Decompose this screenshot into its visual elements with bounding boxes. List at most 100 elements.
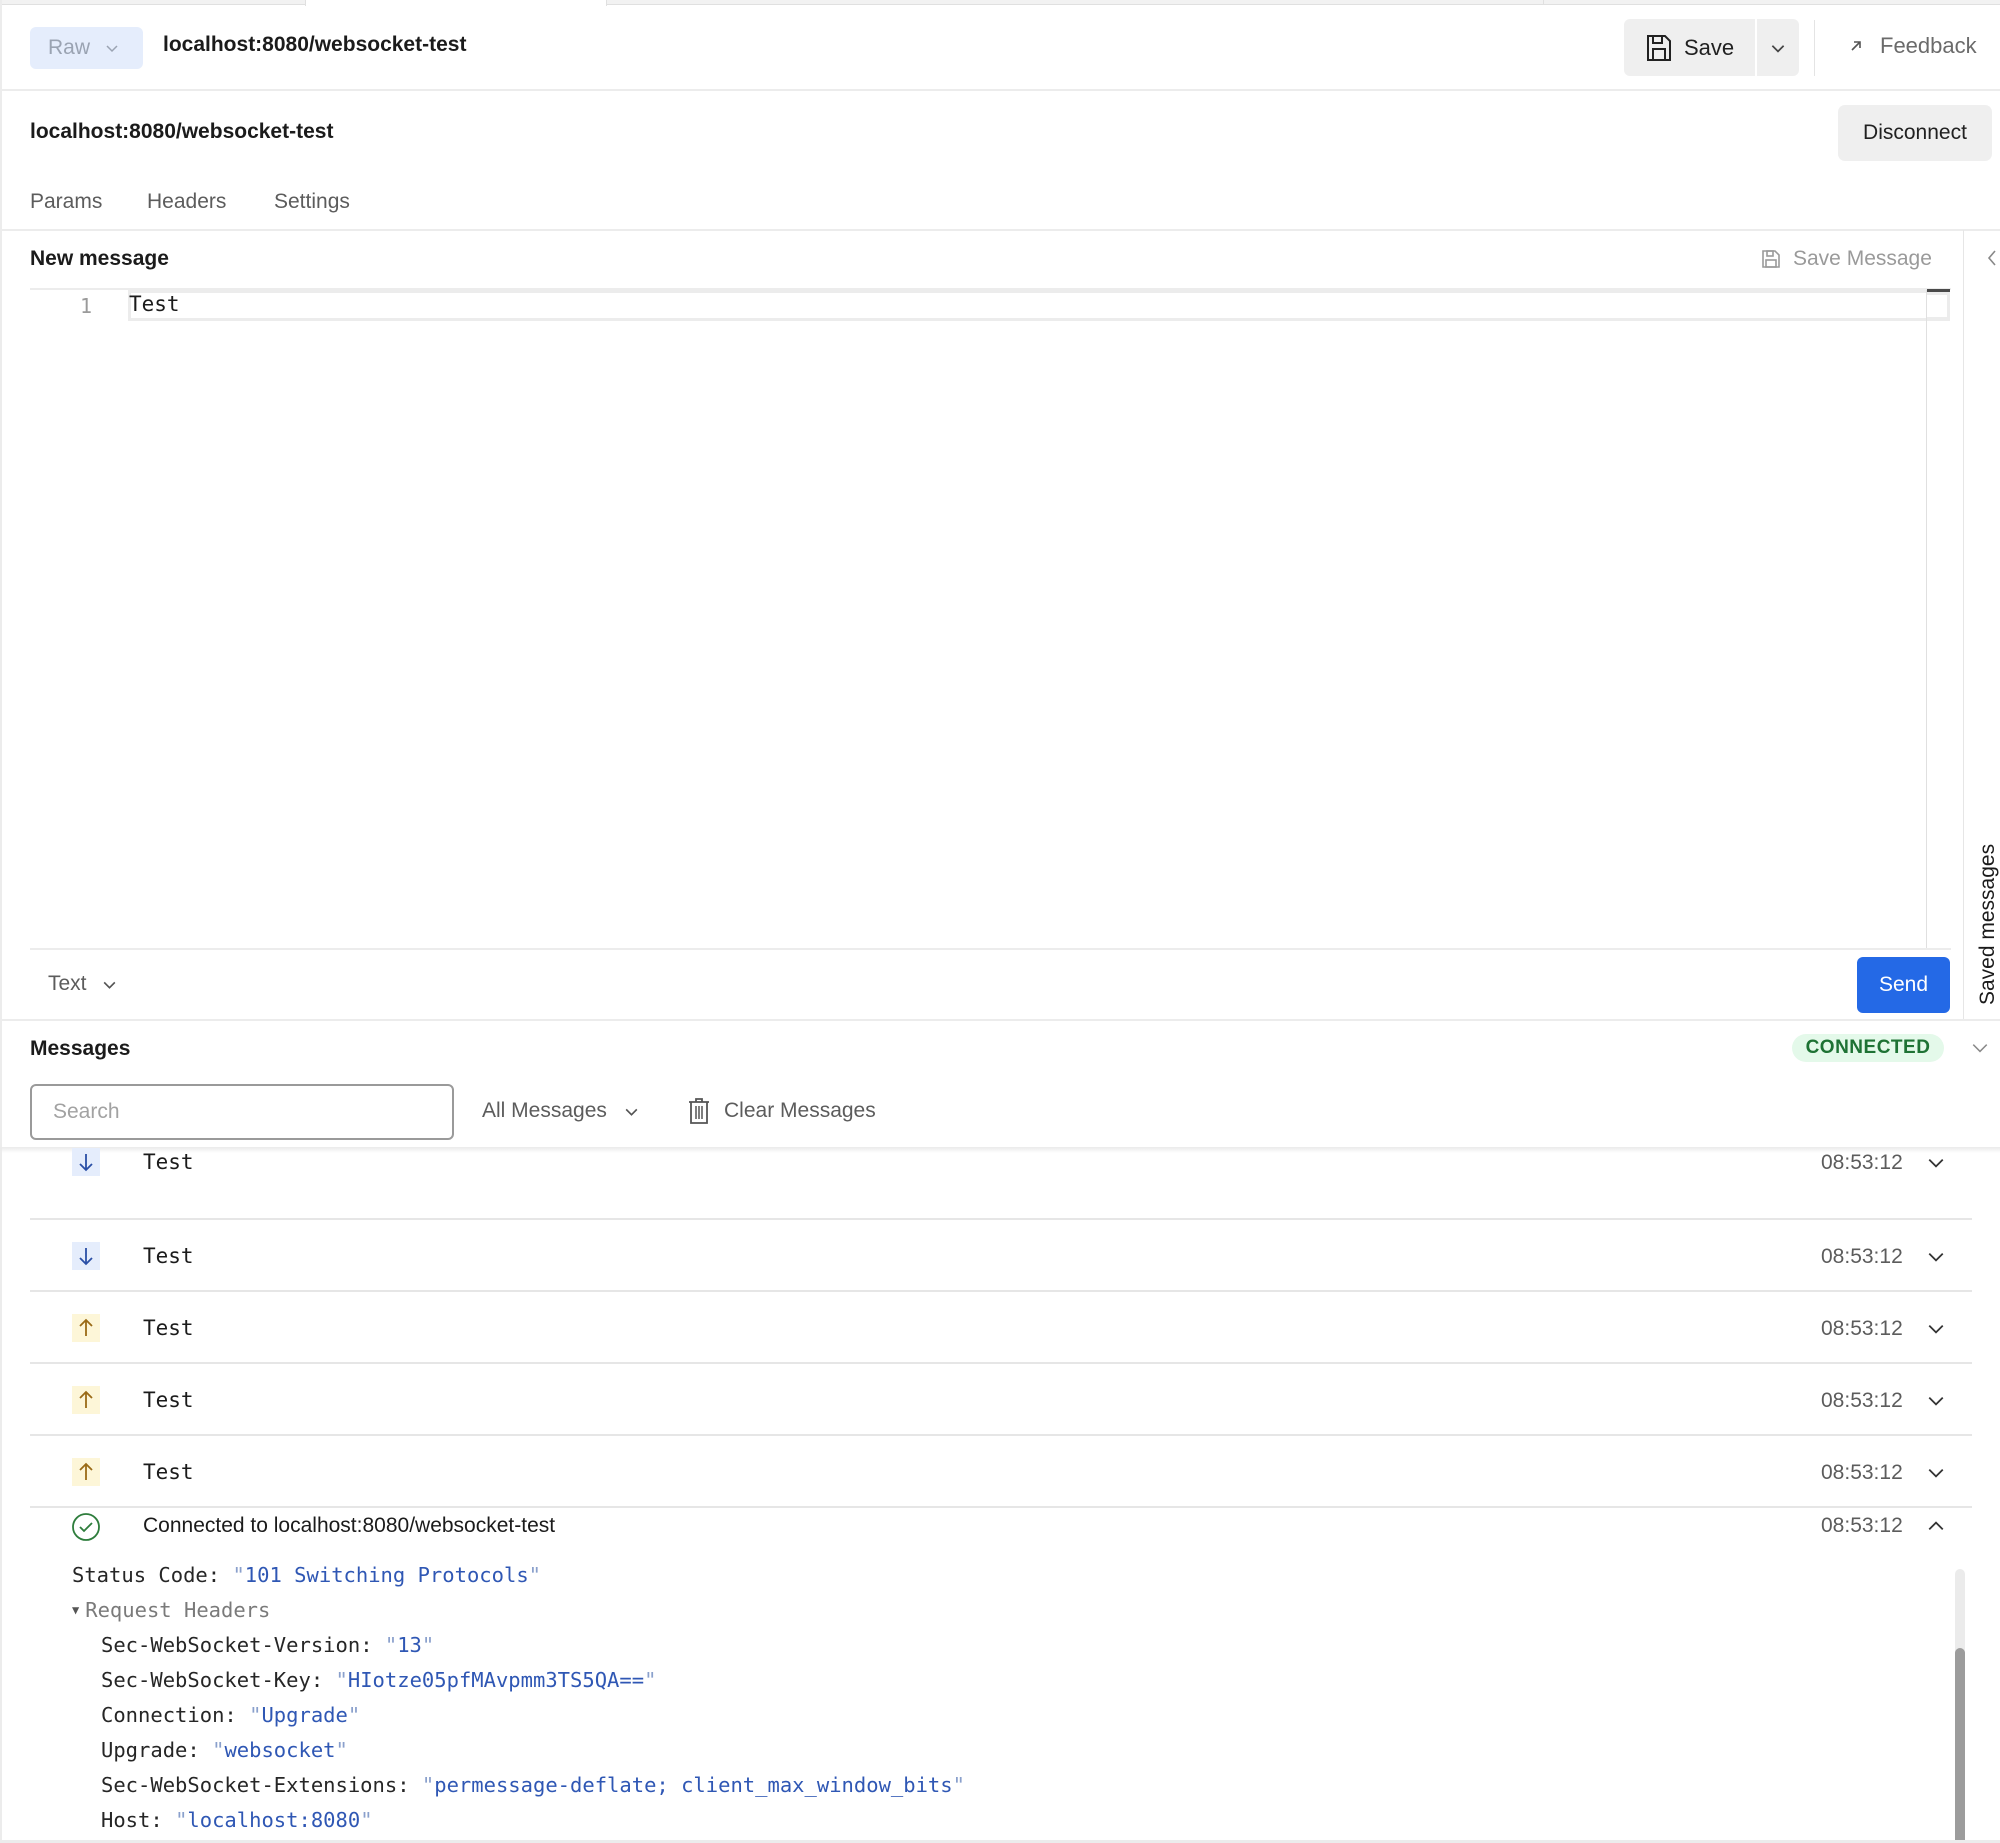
save-message-button[interactable]: Save Message bbox=[1761, 247, 1932, 271]
arrow-up-icon bbox=[72, 1386, 100, 1414]
floppy-disk-icon bbox=[1647, 34, 1671, 61]
chevron-up-icon[interactable] bbox=[1927, 1517, 1945, 1535]
saved-messages-toggle[interactable]: Saved messages bbox=[1976, 835, 2000, 1005]
trash-icon bbox=[689, 1098, 709, 1124]
connected-event-row[interactable]: Connected to localhost:8080/websocket-te… bbox=[30, 1490, 1972, 1562]
feedback-label: Feedback bbox=[1880, 33, 1977, 58]
chevron-down-icon bbox=[625, 1108, 638, 1116]
message-row[interactable]: Test 08:53:12 bbox=[30, 1220, 1972, 1292]
tab-params[interactable]: Params bbox=[30, 190, 102, 214]
message-text: Test bbox=[143, 1316, 194, 1340]
composer-divider bbox=[0, 1019, 2000, 1021]
status-code-key: Status Code bbox=[72, 1563, 208, 1587]
header-line: Sec-WebSocket-Extensions: "permessage-de… bbox=[101, 1773, 965, 1797]
message-text: Test bbox=[143, 1460, 194, 1484]
connection-status-badge: CONNECTED bbox=[1792, 1034, 1944, 1062]
floppy-disk-icon bbox=[1762, 250, 1780, 268]
header-key: Sec-WebSocket-Key bbox=[101, 1668, 311, 1692]
clear-messages-button[interactable]: Clear Messages bbox=[688, 1097, 876, 1125]
request-tab-strip bbox=[0, 0, 2000, 6]
save-label: Save bbox=[1684, 34, 1735, 60]
saved-messages-label: Saved messages bbox=[1976, 843, 1999, 1005]
chevron-down-icon[interactable] bbox=[1927, 1154, 1945, 1172]
tabs-divider bbox=[0, 229, 2000, 231]
editor-minimap-line bbox=[1927, 292, 1950, 320]
request-headers-label: Request Headers bbox=[85, 1598, 271, 1622]
chevron-down-icon bbox=[106, 45, 118, 53]
header-line: Host: "localhost:8080" bbox=[101, 1808, 373, 1832]
status-code-line: Status Code: "101 Switching Protocols" bbox=[72, 1563, 542, 1587]
arrow-up-right-icon bbox=[1851, 41, 1861, 51]
header-key: Connection bbox=[101, 1703, 225, 1727]
save-options-button[interactable] bbox=[1757, 19, 1799, 76]
arrow-down-icon bbox=[72, 1148, 100, 1176]
header-value: websocket bbox=[224, 1738, 336, 1762]
save-button[interactable]: Save bbox=[1624, 19, 1755, 76]
editor-content[interactable]: Test bbox=[129, 292, 180, 316]
connection-url[interactable]: localhost:8080/websocket-test bbox=[30, 120, 333, 144]
send-button[interactable]: Send bbox=[1857, 957, 1950, 1013]
header-line: Sec-WebSocket-Key: "HIotze05pfMAvpmm3TS5… bbox=[101, 1668, 657, 1692]
header-line: Upgrade: "websocket" bbox=[101, 1738, 348, 1762]
message-text: Test bbox=[143, 1150, 194, 1174]
editor-scrollbar[interactable] bbox=[1926, 290, 1927, 948]
message-time: 08:53:12 bbox=[1821, 1151, 1903, 1174]
connected-event-text: Connected to localhost:8080/websocket-te… bbox=[143, 1514, 556, 1537]
message-time: 08:53:12 bbox=[1821, 1389, 1903, 1412]
connected-event-time: 08:53:12 bbox=[1821, 1514, 1903, 1537]
header-key: Sec-WebSocket-Extensions bbox=[101, 1773, 398, 1797]
chevron-left-icon[interactable] bbox=[1985, 248, 1999, 268]
save-message-label: Save Message bbox=[1793, 247, 1932, 270]
chevron-down-icon[interactable] bbox=[1927, 1248, 1945, 1266]
messages-scrollbar-thumb[interactable] bbox=[1955, 1648, 1965, 1843]
message-format-select[interactable]: Text bbox=[48, 972, 118, 996]
active-line-highlight bbox=[128, 290, 1950, 321]
saved-messages-splitter[interactable] bbox=[1963, 230, 1964, 1020]
header-value: permessage-deflate; client_max_window_bi… bbox=[434, 1773, 953, 1797]
check-circle-icon bbox=[72, 1513, 100, 1541]
feedback-link[interactable]: Feedback bbox=[1848, 33, 1977, 59]
header-value: Upgrade bbox=[261, 1703, 348, 1727]
header-line: Connection: "Upgrade" bbox=[101, 1703, 361, 1727]
arrow-up-icon bbox=[72, 1458, 100, 1486]
tab-headers[interactable]: Headers bbox=[147, 190, 226, 214]
header-value: HIotze05pfMAvpmm3TS5QA== bbox=[347, 1668, 645, 1692]
chevron-down-icon bbox=[103, 981, 115, 989]
chevron-down-icon[interactable] bbox=[1971, 1039, 1989, 1057]
tab-settings[interactable]: Settings bbox=[274, 190, 350, 214]
message-search-input[interactable] bbox=[30, 1084, 454, 1140]
header-key: Host bbox=[101, 1808, 151, 1832]
chevron-down-icon bbox=[1771, 44, 1785, 53]
message-row[interactable]: Test 08:53:12 bbox=[30, 1148, 1972, 1220]
header-key: Upgrade bbox=[101, 1738, 188, 1762]
message-row[interactable]: Test 08:53:12 bbox=[30, 1364, 1972, 1436]
new-message-title: New message bbox=[30, 247, 169, 270]
mode-label: Raw bbox=[48, 36, 91, 59]
status-code-value: 101 Switching Protocols bbox=[244, 1563, 529, 1587]
left-border bbox=[0, 0, 2, 1843]
request-headers-toggle[interactable]: ▼ Request Headers bbox=[72, 1598, 270, 1622]
message-text: Test bbox=[143, 1244, 194, 1268]
message-editor[interactable] bbox=[30, 288, 1951, 949]
message-time: 08:53:12 bbox=[1821, 1317, 1903, 1340]
arrow-up-icon bbox=[72, 1314, 100, 1342]
chevron-down-icon[interactable] bbox=[1927, 1464, 1945, 1482]
header-value: localhost:8080 bbox=[187, 1808, 361, 1832]
message-row[interactable]: Test 08:53:12 bbox=[30, 1292, 1972, 1364]
chevron-down-icon[interactable] bbox=[1927, 1392, 1945, 1410]
message-text: Test bbox=[143, 1388, 194, 1412]
message-filter-select[interactable]: All Messages bbox=[482, 1099, 640, 1123]
message-time: 08:53:12 bbox=[1821, 1461, 1903, 1484]
tab-separator bbox=[1543, 0, 1544, 5]
editor-divider bbox=[30, 948, 1951, 950]
mode-select[interactable]: Raw bbox=[30, 27, 143, 69]
disconnect-button[interactable]: Disconnect bbox=[1838, 105, 1992, 161]
header-value: 13 bbox=[397, 1633, 422, 1657]
active-request-tab[interactable] bbox=[305, 0, 607, 6]
header-key: Sec-WebSocket-Version bbox=[101, 1633, 361, 1657]
request-title[interactable]: localhost:8080/websocket-test bbox=[163, 33, 466, 57]
format-label: Text bbox=[48, 972, 87, 995]
chevron-down-icon[interactable] bbox=[1927, 1320, 1945, 1338]
filter-label: All Messages bbox=[482, 1099, 607, 1122]
line-number: 1 bbox=[80, 294, 93, 318]
